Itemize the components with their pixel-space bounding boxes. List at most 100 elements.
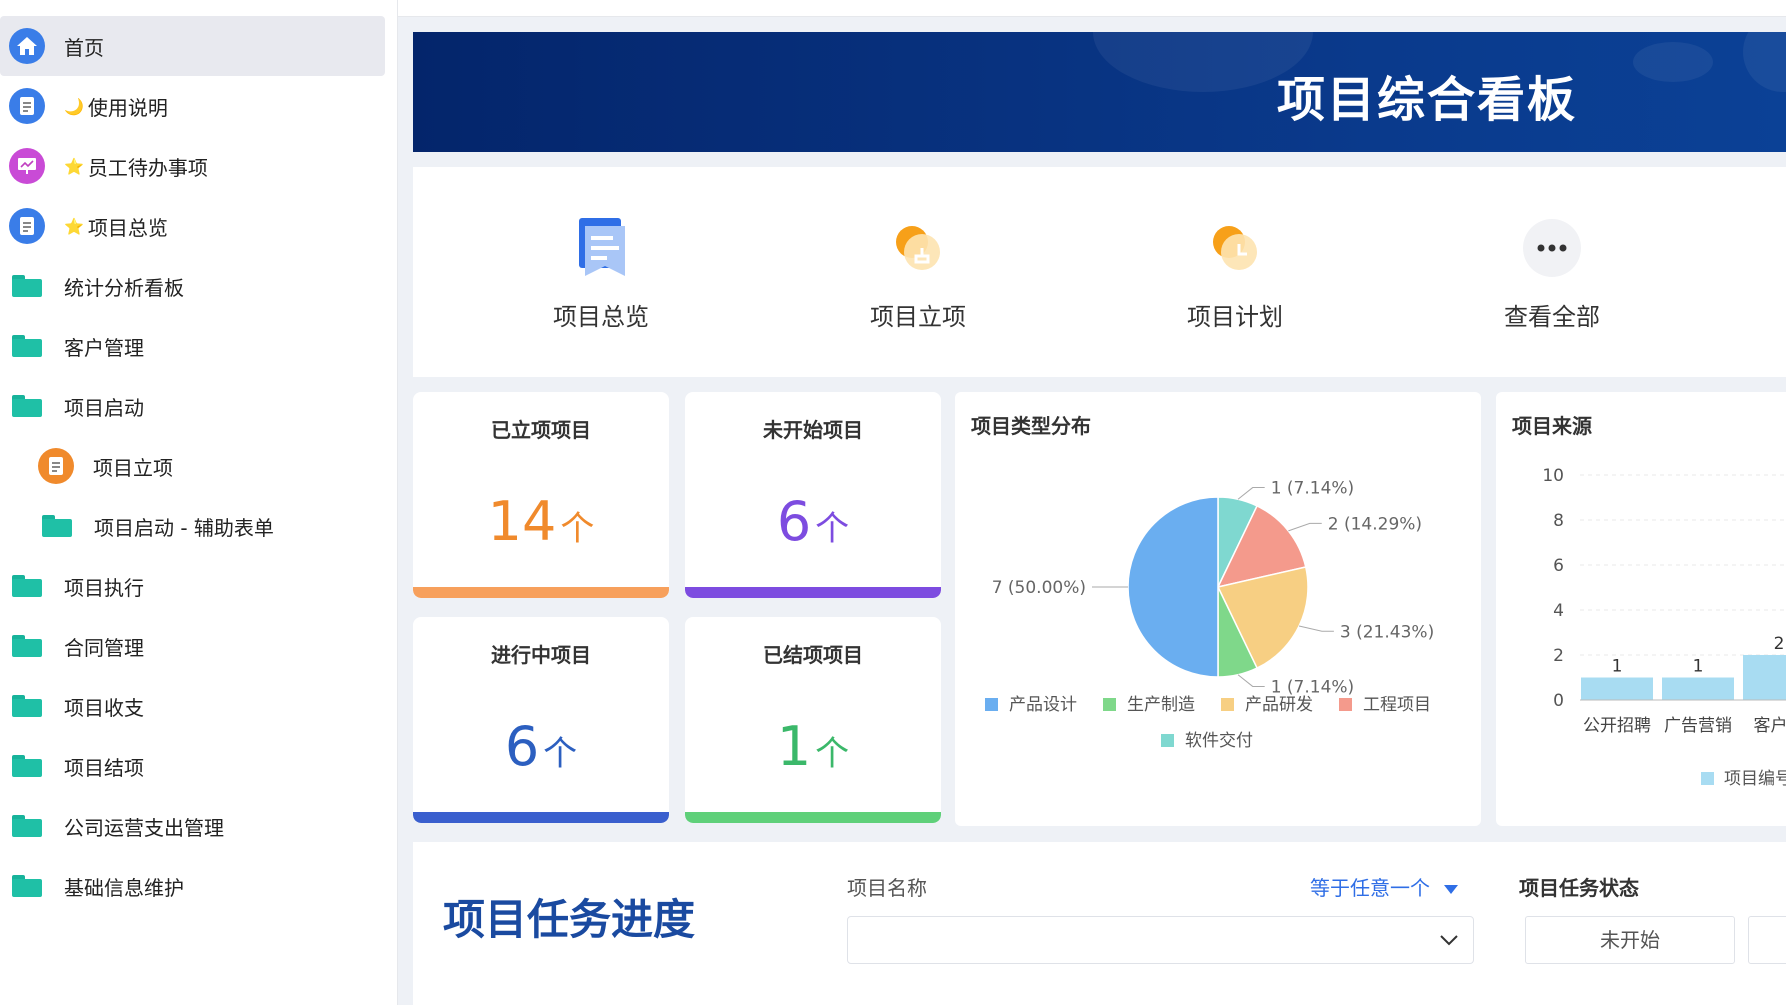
sidebar-item[interactable]: 项目启动 - 辅助表单 bbox=[0, 496, 385, 556]
stat-card-title: 未开始项目 bbox=[763, 418, 863, 442]
legend-swatch bbox=[1339, 698, 1352, 711]
pie-data-label: 7 (50.00%) bbox=[992, 578, 1086, 598]
pie-label-line bbox=[1288, 522, 1322, 532]
sidebar-item[interactable]: 项目收支 bbox=[0, 676, 385, 736]
bar[interactable] bbox=[1662, 677, 1734, 701]
sidebar-item[interactable]: ⭐ 员工待办事项 bbox=[0, 136, 385, 196]
task-status-filter-label: 项目任务状态 bbox=[1519, 876, 1639, 900]
stat-card-bar bbox=[413, 812, 669, 823]
legend-label: 生产制造 bbox=[1127, 695, 1195, 715]
legend-label: 产品设计 bbox=[1009, 695, 1077, 715]
quick-link-overview[interactable]: 项目总览 bbox=[521, 215, 681, 332]
sidebar-item-label: 项目启动 - 辅助表单 bbox=[94, 515, 274, 540]
y-tick-label: 2 bbox=[1553, 646, 1564, 666]
folder-icon bbox=[12, 815, 42, 837]
sidebar-item-label: 项目收支 bbox=[64, 695, 144, 720]
y-tick-label: 8 bbox=[1553, 511, 1564, 531]
project-setup-icon bbox=[838, 215, 998, 281]
sidebar-item[interactable]: 首页 bbox=[0, 16, 385, 76]
star-icon: ⭐ bbox=[64, 216, 84, 236]
legend-item[interactable]: 产品设计 bbox=[985, 695, 1077, 715]
presentation-icon bbox=[9, 148, 45, 184]
pie-label-line bbox=[1237, 674, 1265, 687]
sidebar-item[interactable]: 🌙 使用说明 bbox=[0, 76, 385, 136]
sidebar-item-label: 项目总览 bbox=[87, 215, 168, 240]
project-plan-icon bbox=[1155, 215, 1315, 281]
legend-label: 项目编号 bbox=[1724, 769, 1786, 789]
sidebar-item-label: 基础信息维护 bbox=[64, 875, 184, 900]
stat-card-bar bbox=[685, 812, 941, 823]
sidebar-item[interactable]: 客户管理 bbox=[0, 316, 385, 376]
sidebar-item[interactable]: 合同管理 bbox=[0, 616, 385, 676]
quick-link-view-all[interactable]: 查看全部 bbox=[1472, 215, 1632, 332]
legend-item[interactable]: 工程项目 bbox=[1339, 695, 1431, 715]
document-icon bbox=[9, 208, 45, 244]
status-option-next[interactable] bbox=[1748, 916, 1786, 964]
project-name-select[interactable] bbox=[847, 916, 1474, 964]
sidebar-item[interactable]: 项目启动 bbox=[0, 376, 385, 436]
home-icon bbox=[9, 28, 45, 64]
panel-title: 项目来源 bbox=[1512, 414, 1592, 438]
sidebar-item-label: 项目执行 bbox=[64, 575, 144, 600]
legend-label: 软件交付 bbox=[1185, 731, 1253, 751]
document-icon bbox=[9, 88, 45, 124]
project-type-pie-chart: 1 (7.14%)2 (14.29%)3 (21.43%)1 (7.14%)7 … bbox=[985, 479, 1434, 751]
stat-card: 已立项项目 14 个 bbox=[413, 392, 669, 598]
filter-operator-dropdown[interactable]: 等于任意一个 bbox=[1310, 872, 1459, 901]
sidebar-item[interactable]: 基础信息维护 bbox=[0, 856, 385, 916]
quick-link-label: 查看全部 bbox=[1504, 303, 1600, 331]
legend-item[interactable]: 产品研发 bbox=[1221, 695, 1313, 715]
legend-item[interactable]: 项目编号 bbox=[1701, 769, 1786, 789]
x-tick-label: 广告营销 bbox=[1664, 716, 1732, 736]
more-icon bbox=[1472, 215, 1632, 281]
stat-card-title: 已结项项目 bbox=[763, 643, 863, 667]
sidebar-item[interactable]: 统计分析看板 bbox=[0, 256, 385, 316]
sidebar-item-label: 合同管理 bbox=[64, 635, 144, 660]
folder-icon bbox=[12, 755, 42, 777]
quick-link-label: 项目总览 bbox=[553, 303, 649, 331]
stat-unit: 个 bbox=[543, 734, 578, 774]
legend-swatch bbox=[1701, 772, 1714, 785]
moon-icon: 🌙 bbox=[64, 96, 84, 116]
sidebar-item[interactable]: 项目结项 bbox=[0, 736, 385, 796]
stat-card-value: 1个 bbox=[685, 715, 941, 778]
folder-icon bbox=[12, 635, 42, 657]
legend-swatch bbox=[1103, 698, 1116, 711]
quick-link-plan[interactable]: 项目计划 bbox=[1155, 215, 1315, 332]
status-option-not-started[interactable]: 未开始 bbox=[1525, 916, 1735, 964]
legend-item[interactable]: 生产制造 bbox=[1103, 695, 1195, 715]
bar-value-label: 1 bbox=[1693, 657, 1704, 677]
stat-card: 已结项项目 1 个 bbox=[685, 617, 941, 823]
sidebar-item[interactable]: ⭐ 项目总览 bbox=[0, 196, 385, 256]
stat-card-bar bbox=[413, 587, 669, 598]
stat-card-value: 14 个 bbox=[413, 490, 669, 553]
pie-data-label: 1 (7.14%) bbox=[1271, 479, 1355, 499]
bar[interactable] bbox=[1581, 677, 1653, 701]
sidebar-item[interactable]: 项目立项 bbox=[0, 436, 385, 496]
caret-down-icon bbox=[1444, 885, 1459, 894]
stat-unit: 个 bbox=[815, 509, 850, 549]
pie-data-label: 3 (21.43%) bbox=[1340, 622, 1434, 642]
stat-card: 未开始项目 6 个 bbox=[685, 392, 941, 598]
sidebar-item[interactable]: 公司运营支出管理 bbox=[0, 796, 385, 856]
bar[interactable] bbox=[1743, 655, 1786, 700]
stat-card-bar bbox=[685, 587, 941, 598]
pie-slice[interactable] bbox=[1127, 496, 1219, 678]
stat-card: 进行中项目 6 个 bbox=[413, 617, 669, 823]
y-tick-label: 4 bbox=[1553, 601, 1564, 621]
stat-number: 1 bbox=[776, 715, 812, 778]
quick-link-label: 项目计划 bbox=[1187, 303, 1283, 331]
y-tick-label: 0 bbox=[1553, 691, 1564, 711]
legend-item[interactable]: 软件交付 bbox=[1161, 731, 1253, 751]
stat-card-value: 6个 bbox=[685, 490, 941, 553]
y-tick-label: 6 bbox=[1553, 556, 1564, 576]
quick-link-setup[interactable]: 项目立项 bbox=[838, 215, 998, 332]
stat-number: 14 bbox=[487, 490, 557, 553]
legend-label: 工程项目 bbox=[1363, 695, 1431, 715]
dashboard-banner: 项目综合看板 bbox=[413, 32, 1786, 152]
legend-label: 产品研发 bbox=[1245, 695, 1313, 715]
stat-card-title: 已立项项目 bbox=[491, 418, 591, 442]
sidebar-item[interactable]: 项目执行 bbox=[0, 556, 385, 616]
folder-icon bbox=[12, 275, 42, 297]
stat-unit: 个 bbox=[560, 509, 595, 549]
